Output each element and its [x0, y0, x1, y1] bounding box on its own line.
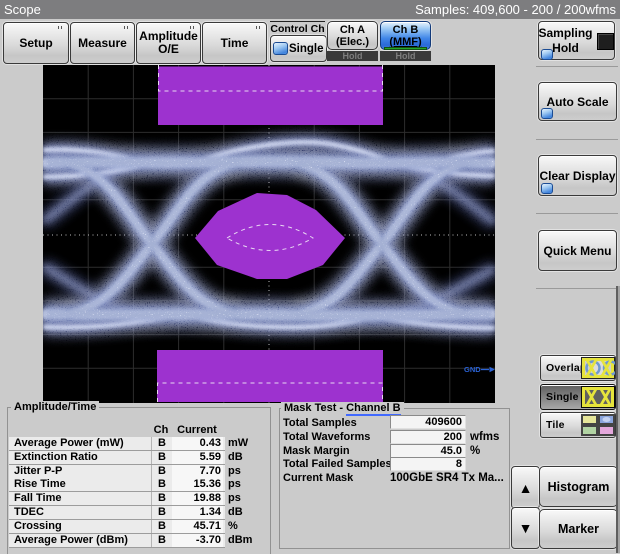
svg-text:GND: GND	[464, 365, 481, 374]
